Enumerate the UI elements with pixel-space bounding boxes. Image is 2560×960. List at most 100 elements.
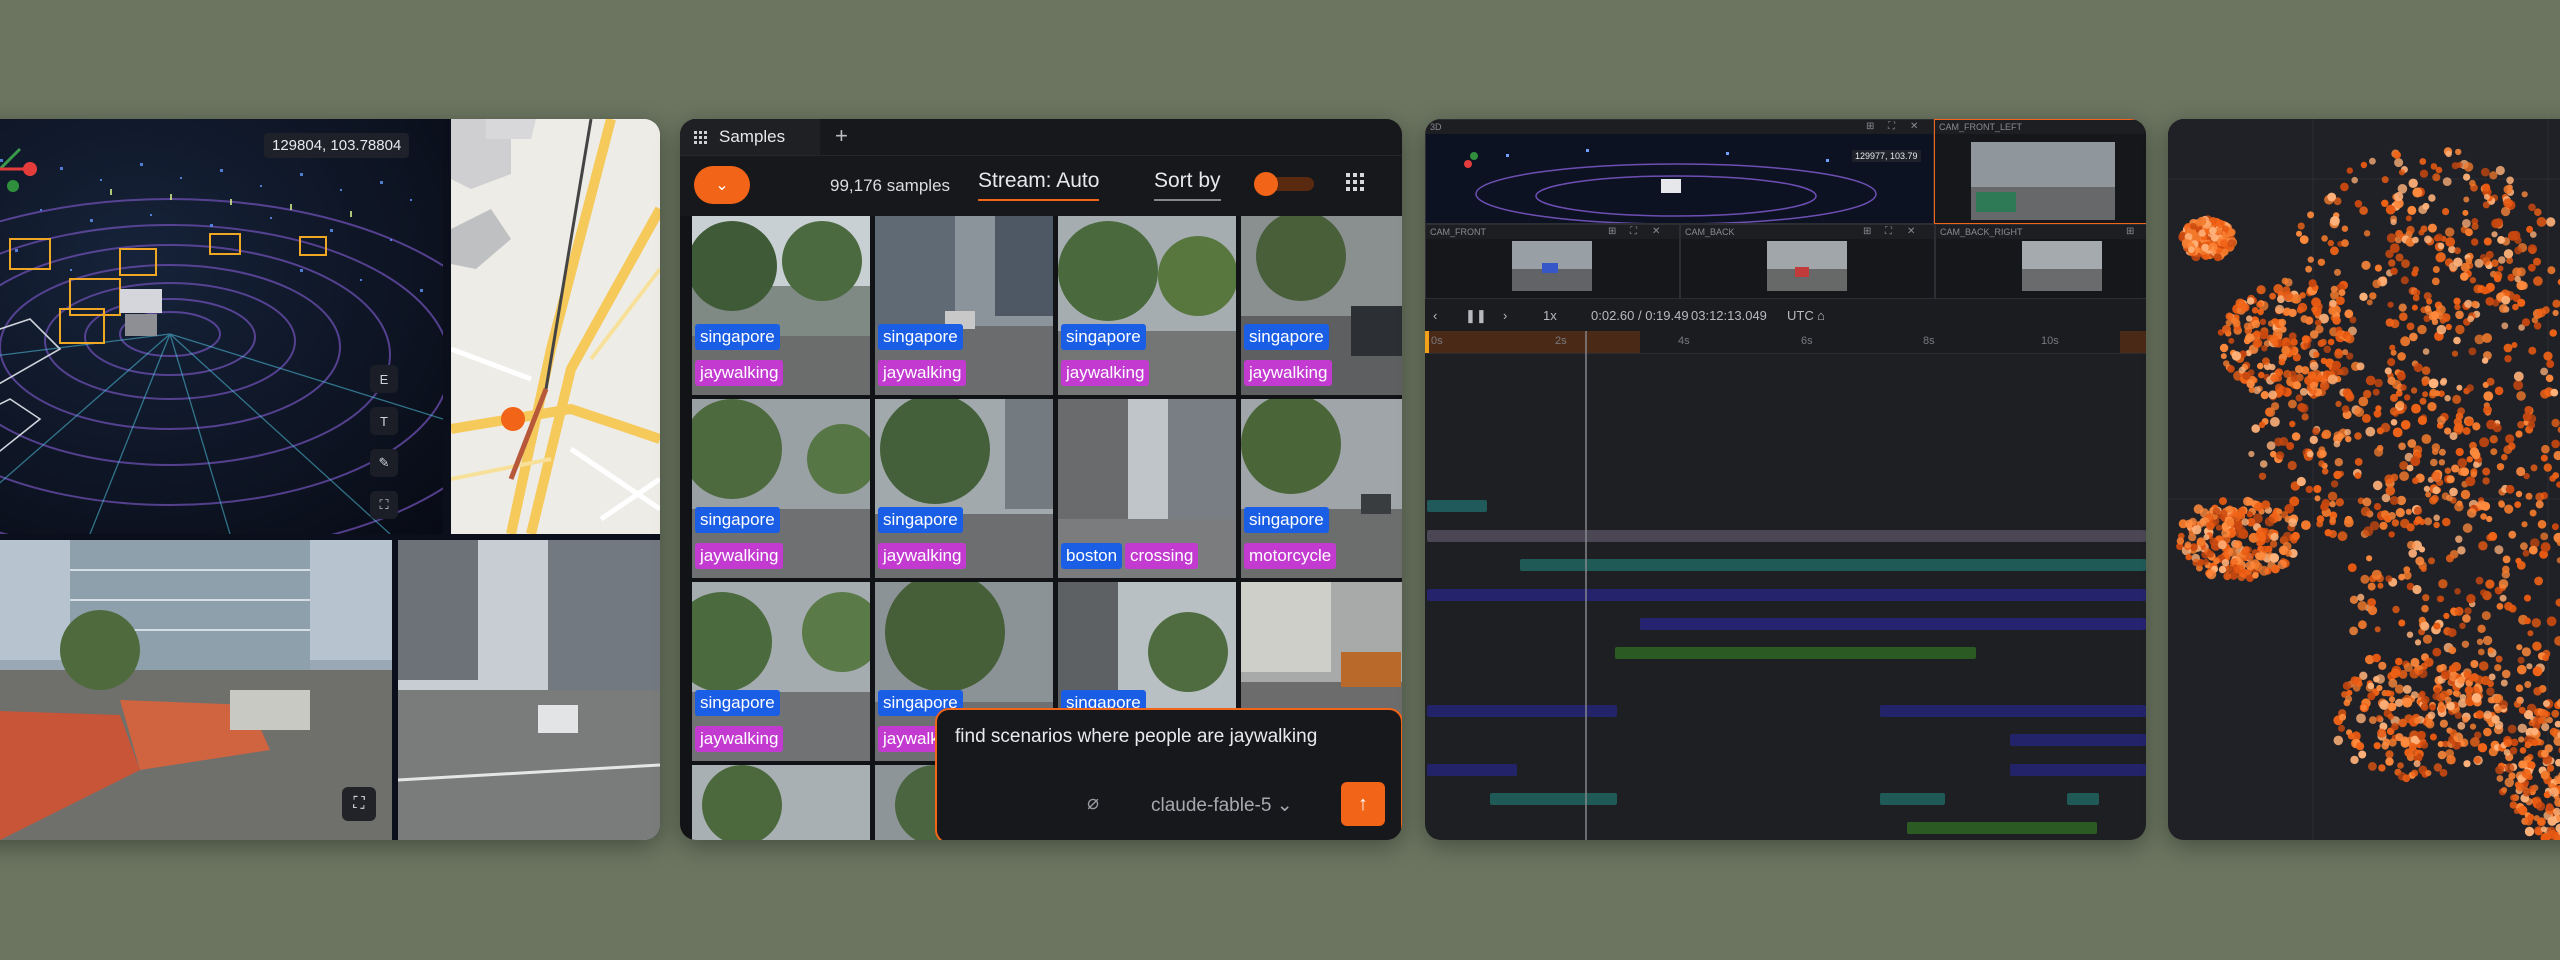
scatter-point[interactable] <box>2247 369 2255 376</box>
scatter-point[interactable] <box>2506 176 2514 185</box>
scatter-point[interactable] <box>2339 366 2349 376</box>
scatter-point[interactable] <box>2457 722 2466 730</box>
scatter-point[interactable] <box>2223 360 2230 367</box>
scatter-point[interactable] <box>2297 302 2308 313</box>
scatter-point[interactable] <box>2360 574 2370 584</box>
fullscreen-icon[interactable]: ⛶ <box>1885 226 1892 237</box>
scatter-point[interactable] <box>2491 259 2499 267</box>
scatter-point[interactable] <box>2213 253 2222 262</box>
scatter-point[interactable] <box>2454 422 2464 433</box>
scatter-point[interactable] <box>2189 222 2197 230</box>
scatter-point[interactable] <box>2525 492 2533 500</box>
tag-icon[interactable]: ⌂ <box>1817 308 1825 323</box>
scatter-point[interactable] <box>2442 517 2451 527</box>
scatter-point[interactable] <box>2301 520 2311 530</box>
model-selector[interactable]: claude-fable-5 ⌄ <box>1151 794 1293 817</box>
scatter-point[interactable] <box>2486 377 2495 386</box>
scatter-point[interactable] <box>2421 604 2429 613</box>
scatter-point[interactable] <box>2407 540 2416 550</box>
scatter-point[interactable] <box>2402 774 2411 783</box>
scatter-point[interactable] <box>2354 200 2363 208</box>
scatter-point[interactable] <box>2451 350 2459 357</box>
scatter-point[interactable] <box>2257 362 2264 369</box>
scatter-point[interactable] <box>2320 502 2329 511</box>
scatter-point[interactable] <box>2533 257 2541 266</box>
scatter-point[interactable] <box>2505 434 2515 444</box>
scatter-point[interactable] <box>2338 724 2345 732</box>
scatter-point[interactable] <box>2398 619 2406 627</box>
scatter-point[interactable] <box>2515 490 2523 498</box>
scatter-point[interactable] <box>2433 514 2440 522</box>
scatter-point[interactable] <box>2258 371 2265 379</box>
scatter-point[interactable] <box>2340 182 2349 192</box>
scatter-point[interactable] <box>2480 589 2487 597</box>
scatter-point[interactable] <box>2440 669 2451 680</box>
scatter-point[interactable] <box>2480 675 2491 686</box>
scatter-point[interactable] <box>2457 458 2468 468</box>
scatter-point[interactable] <box>2176 537 2185 545</box>
sample-tile[interactable]: singapore jaywalking <box>875 216 1053 395</box>
scatter-point[interactable] <box>2538 739 2545 746</box>
scatter-point[interactable] <box>2422 391 2429 398</box>
scatter-point[interactable] <box>2501 295 2511 305</box>
scatter-point[interactable] <box>2318 460 2325 467</box>
scatter-point[interactable] <box>2501 669 2511 679</box>
scatter-point[interactable] <box>2491 715 2500 724</box>
scatter-point[interactable] <box>2356 742 2365 751</box>
scatter-point[interactable] <box>2309 435 2318 445</box>
scatter-point[interactable] <box>2308 279 2317 288</box>
scatter-point[interactable] <box>2467 315 2474 323</box>
scatter-point[interactable] <box>2296 230 2302 237</box>
scatter-point[interactable] <box>2460 489 2471 500</box>
scatter-point[interactable] <box>2419 169 2429 178</box>
map-view[interactable] <box>451 119 660 534</box>
attach-icon[interactable]: ⌀ <box>1087 790 1099 815</box>
scatter-point[interactable] <box>2391 519 2400 527</box>
top-view-tool-button[interactable]: T <box>370 407 398 435</box>
scatter-point[interactable] <box>2509 747 2518 755</box>
scatter-point[interactable] <box>2549 329 2557 337</box>
scatter-point[interactable] <box>2468 675 2476 682</box>
scatter-point[interactable] <box>2372 388 2380 396</box>
scatter-point[interactable] <box>2301 413 2309 421</box>
scatter-point[interactable] <box>2290 338 2298 346</box>
scatter-point[interactable] <box>2424 517 2433 526</box>
scatter-point[interactable] <box>2439 379 2447 386</box>
scatter-point[interactable] <box>2258 421 2266 428</box>
scatter-point[interactable] <box>2526 663 2533 670</box>
scatter-point[interactable] <box>2429 388 2438 397</box>
scatter-point[interactable] <box>2495 765 2504 775</box>
scatter-point[interactable] <box>2299 235 2309 244</box>
scatter-point[interactable] <box>2399 312 2408 321</box>
scatter-point[interactable] <box>2358 750 2367 759</box>
scatter-point[interactable] <box>2400 336 2411 347</box>
scatter-point[interactable] <box>2521 647 2531 657</box>
measure-tool-button[interactable]: ✎ <box>370 449 398 477</box>
scatter-point[interactable] <box>2503 249 2514 259</box>
scatter-point[interactable] <box>2446 475 2455 484</box>
zoom-slider[interactable] <box>1254 172 1314 196</box>
scatter-point[interactable] <box>2287 460 2297 471</box>
scatter-point[interactable] <box>2208 242 2218 252</box>
scatter-point[interactable] <box>2209 226 2217 235</box>
scatter-point[interactable] <box>2397 762 2404 769</box>
scatter-point[interactable] <box>2270 532 2279 541</box>
scatter-point[interactable] <box>2251 319 2261 329</box>
scatter-point[interactable] <box>2533 276 2543 286</box>
scatter-point[interactable] <box>2412 187 2423 198</box>
scatter-point[interactable] <box>2412 236 2419 244</box>
scatter-point[interactable] <box>2321 235 2328 242</box>
scatter-point[interactable] <box>2369 157 2376 165</box>
scatter-point[interactable] <box>2266 441 2276 451</box>
track-bar[interactable] <box>1427 764 1517 776</box>
scatter-point[interactable] <box>2432 266 2440 273</box>
scatter-point[interactable] <box>2540 367 2548 376</box>
scatter-point[interactable] <box>2291 531 2300 541</box>
scatter-point[interactable] <box>2385 486 2396 496</box>
scatter-point[interactable] <box>2388 696 2396 703</box>
scatter-point[interactable] <box>2545 803 2554 811</box>
scatter-point[interactable] <box>2373 742 2381 750</box>
scatter-point[interactable] <box>2233 511 2242 519</box>
scatter-point[interactable] <box>2543 463 2552 472</box>
sample-tile[interactable]: singapore motorcycle <box>1241 399 1402 578</box>
